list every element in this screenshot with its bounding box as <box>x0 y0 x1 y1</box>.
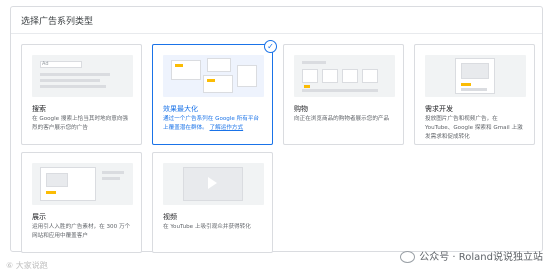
divider <box>11 33 542 34</box>
watermark-left: ⑥ 大家说跑 <box>6 261 48 270</box>
performance-max-thumbnail <box>163 55 264 97</box>
card-title: 需求开发 <box>425 105 453 113</box>
card-description: 通过一个广告系列在 Google 所有平台上覆盖潜在群体。 了解运作方式 <box>163 115 264 133</box>
card-demand-gen[interactable]: 需求开发 投放图片广告和视频广告，在 YouTube、Google 探索和 Gm… <box>414 44 535 145</box>
card-shopping[interactable]: 购物 向正在浏览商品的购物者展示您的产品 <box>283 44 404 145</box>
card-description: 向正在浏览商品的购物者展示您的产品 <box>294 116 390 122</box>
card-display[interactable]: 展示 运用引人入胜的广告素材，在 300 万个网站和应用中覆盖客户 <box>21 152 142 253</box>
card-performance-max[interactable]: ✓ 效果最大化 通过一个广告系列在 Google 所有平台上覆盖潜在群体。 了解… <box>152 40 277 145</box>
display-thumbnail <box>32 163 133 205</box>
campaign-type-panel: 选择广告系列类型 Ad 搜索 在 Google 搜索上恰当其时地向意向强烈的客户… <box>10 6 543 253</box>
card-search[interactable]: Ad 搜索 在 Google 搜索上恰当其时地向意向强烈的客户展示您的广告 <box>21 44 142 145</box>
watermark-text: 公众号 · Roland说说独立站 <box>419 252 543 263</box>
play-icon <box>208 177 217 189</box>
card-description: 在 Google 搜索上恰当其时地向意向强烈的客户展示您的广告 <box>32 116 129 131</box>
panel-title: 选择广告系列类型 <box>21 17 94 27</box>
shopping-thumbnail <box>294 55 395 97</box>
learn-how-it-works-link[interactable]: 了解运作方式 <box>210 125 244 131</box>
card-title: 视频 <box>163 213 177 221</box>
card-description: 投放图片广告和视频广告，在 YouTube、Google 探索和 Gmail 上… <box>425 116 523 140</box>
watermark-right: 公众号 · Roland说说独立站 <box>400 248 543 263</box>
checkmark-icon: ✓ <box>264 40 277 53</box>
card-description: 运用引人入胜的广告素材，在 300 万个网站和应用中覆盖客户 <box>32 224 131 239</box>
search-thumbnail: Ad <box>32 55 133 97</box>
card-video[interactable]: 视频 在 YouTube 上吸引观众并获得转化 <box>152 152 273 253</box>
card-title: 搜索 <box>32 105 46 113</box>
card-title: 效果最大化 <box>163 105 198 113</box>
card-title: 展示 <box>32 213 46 221</box>
demand-gen-thumbnail <box>425 55 526 97</box>
card-title: 购物 <box>294 105 308 113</box>
card-description: 在 YouTube 上吸引观众并获得转化 <box>163 224 251 230</box>
video-thumbnail <box>163 163 264 205</box>
wechat-icon <box>400 251 416 263</box>
